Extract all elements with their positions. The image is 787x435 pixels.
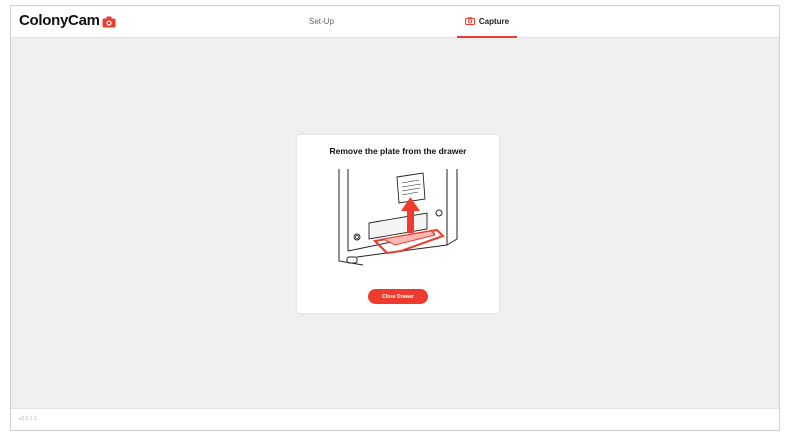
app-window: ColonyCam Set-Up Capture Remove the plat… <box>10 5 780 431</box>
instruction-card: Remove the plate from the drawer Close D… <box>297 135 499 313</box>
version-label: v2.0.1.1 <box>19 416 37 422</box>
tab-capture-label: Capture <box>478 16 510 26</box>
remove-plate-illustration <box>317 169 477 286</box>
tab-setup-label: Set-Up <box>309 17 334 26</box>
top-nav-bar: ColonyCam Set-Up Capture <box>11 6 779 38</box>
footer-bar: v2.0.1.1 <box>11 408 779 430</box>
tab-setup[interactable]: Set-Up <box>309 17 334 26</box>
camera-icon <box>102 15 116 27</box>
tab-capture[interactable]: Capture <box>457 6 517 38</box>
camera-icon <box>464 17 475 25</box>
app-logo: ColonyCam <box>19 12 116 29</box>
close-drawer-button[interactable]: Close Drawer <box>368 289 428 304</box>
instruction-title: Remove the plate from the drawer <box>329 146 467 156</box>
app-logo-text: ColonyCam <box>19 12 100 29</box>
